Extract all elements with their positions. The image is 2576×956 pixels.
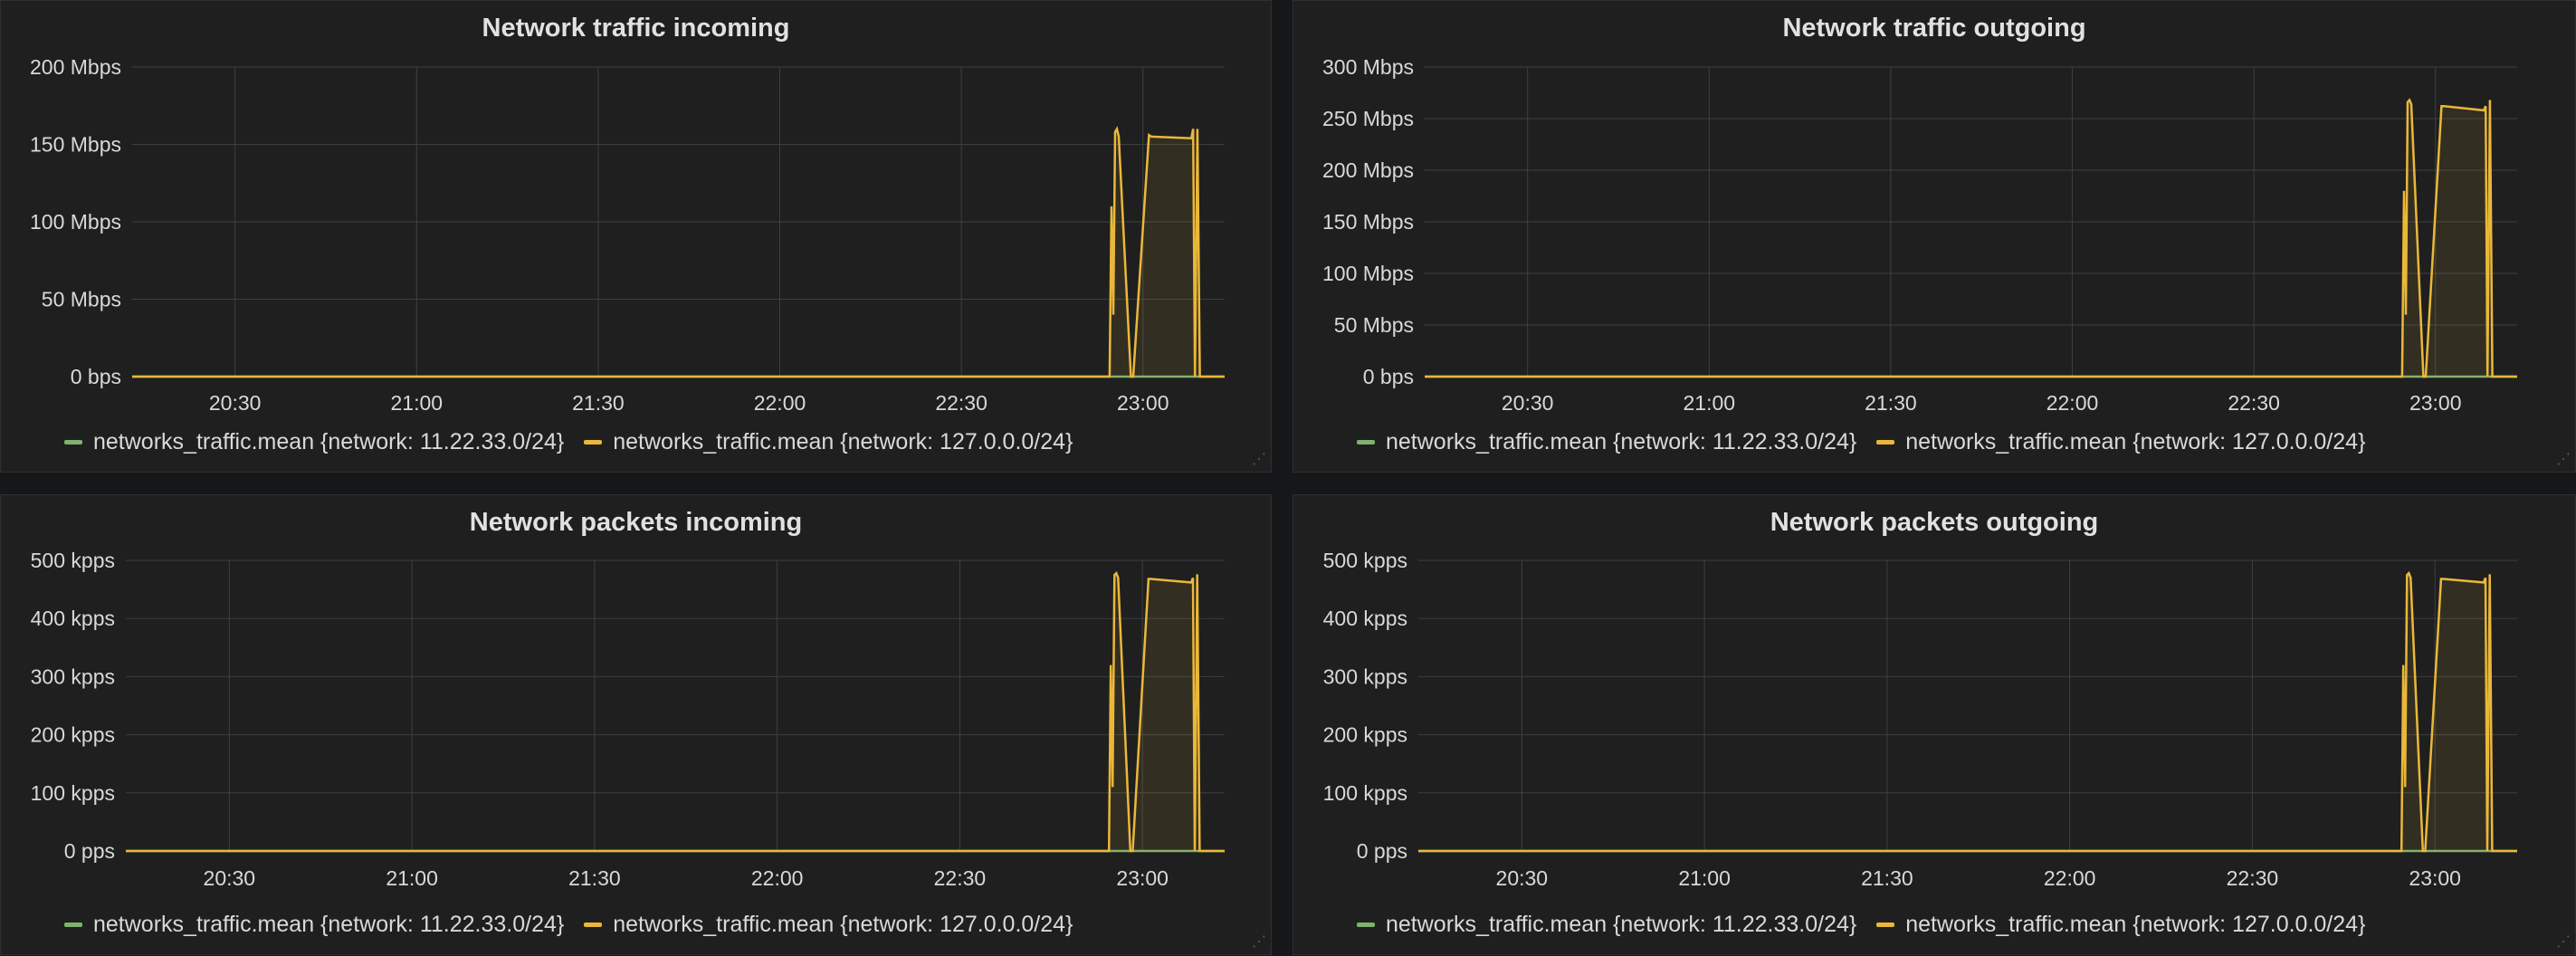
legend-swatch-green bbox=[64, 440, 82, 445]
x-tick-label: 22:30 bbox=[934, 866, 987, 890]
legend-swatch-green bbox=[1357, 923, 1375, 927]
x-tick-label: 20:30 bbox=[204, 866, 256, 890]
legend-item-11-22-33-0[interactable]: networks_traffic.mean {network: 11.22.33… bbox=[64, 912, 564, 938]
chart-network-traffic-outgoing: 0 bps 50 Mbps 100 Mbps 150 Mbps 200 Mbps 250 … bbox=[1322, 55, 2517, 415]
legend-swatch-yellow bbox=[584, 440, 603, 445]
x-tick-label: 23:00 bbox=[1117, 391, 1169, 415]
legend-label: networks_traffic.mean {network: 11.22.33… bbox=[93, 912, 565, 937]
panel-network-traffic-incoming: Network traffic incoming 0 bps 50 Mbps 100… bbox=[0, 0, 1272, 473]
x-tick-label: 22:30 bbox=[2227, 866, 2279, 890]
legend-label: networks_traffic.mean {network: 127.0.0.… bbox=[1905, 912, 2366, 937]
legend-item-127-0-0-0[interactable]: networks_traffic.mean {network: 127.0.0.… bbox=[1876, 429, 2365, 455]
y-tick-label: 200 Mbps bbox=[1322, 158, 1414, 182]
x-tick-label: 21:00 bbox=[391, 391, 444, 415]
y-tick-label: 100 Mbps bbox=[1322, 262, 1414, 285]
panel-network-packets-outgoing: Network packets outgoing 0 pps 100 kpps 20… bbox=[1293, 494, 2576, 955]
legend-item-127-0-0-0[interactable]: networks_traffic.mean {network: 127.0.0.… bbox=[1876, 912, 2365, 938]
y-tick-label: 0 bps bbox=[1363, 365, 1414, 388]
y-tick-label: 400 kpps bbox=[31, 607, 115, 630]
series-line[interactable] bbox=[126, 570, 1225, 853]
x-tick-label: 20:30 bbox=[1496, 866, 1549, 890]
panel-network-traffic-outgoing: Network traffic outgoing 0 bps 50 Mbps 100… bbox=[1293, 0, 2576, 473]
resize-handle-icon[interactable]: ⋰ bbox=[1251, 452, 1267, 468]
y-tick-label: 100 Mbps bbox=[30, 210, 121, 234]
legend-item-127-0-0-0[interactable]: networks_traffic.mean {network: 127.0.0.… bbox=[584, 429, 1073, 455]
resize-handle-icon[interactable]: ⋰ bbox=[2555, 452, 2571, 468]
series-line[interactable] bbox=[1425, 98, 2517, 378]
legend-swatch-yellow bbox=[1876, 923, 1895, 927]
chart-network-packets-outgoing: 0 pps 100 kpps 200 kpps 300 kpps 400 kpps 500… bbox=[1323, 549, 2517, 890]
y-tick-label: 200 Mbps bbox=[30, 55, 121, 79]
x-tick-label: 21:00 bbox=[1678, 866, 1731, 890]
legend: networks_traffic.mean {network: 11.22.33… bbox=[64, 429, 1092, 455]
x-tick-label: 21:30 bbox=[568, 866, 621, 890]
legend-swatch-green bbox=[64, 923, 82, 927]
series-area bbox=[126, 573, 1225, 851]
x-tick-label: 22:00 bbox=[751, 866, 804, 890]
x-tick-label: 21:00 bbox=[1684, 391, 1736, 415]
legend-swatch-green bbox=[1357, 440, 1375, 445]
y-tick-label: 150 Mbps bbox=[1322, 210, 1414, 234]
legend-label: networks_traffic.mean {network: 127.0.0.… bbox=[1905, 429, 2366, 454]
x-tick-label: 23:00 bbox=[2409, 391, 2462, 415]
y-tick-label: 50 Mbps bbox=[42, 288, 121, 311]
y-tick-label: 300 kpps bbox=[31, 664, 115, 688]
legend-label: networks_traffic.mean {network: 11.22.33… bbox=[1386, 912, 1857, 937]
legend-item-11-22-33-0[interactable]: networks_traffic.mean {network: 11.22.33… bbox=[1357, 912, 1856, 938]
y-tick-label: 100 kpps bbox=[31, 781, 115, 805]
resize-handle-icon[interactable]: ⋰ bbox=[2555, 934, 2571, 951]
y-tick-label: 300 kpps bbox=[1323, 664, 1407, 688]
x-tick-label: 21:30 bbox=[1865, 391, 1917, 415]
y-tick-label: 300 Mbps bbox=[1322, 55, 1414, 79]
x-tick-label: 22:30 bbox=[935, 391, 987, 415]
legend: networks_traffic.mean {network: 11.22.33… bbox=[1357, 429, 2385, 455]
y-tick-label: 250 Mbps bbox=[1322, 107, 1414, 130]
panel-network-packets-incoming: Network packets incoming 0 pps 100 kpps 20… bbox=[0, 494, 1272, 955]
legend-item-127-0-0-0[interactable]: networks_traffic.mean {network: 127.0.0.… bbox=[584, 912, 1073, 938]
x-tick-label: 21:00 bbox=[386, 866, 438, 890]
x-tick-label: 20:30 bbox=[209, 391, 262, 415]
y-tick-label: 50 Mbps bbox=[1334, 313, 1414, 337]
y-tick-label: 0 pps bbox=[64, 839, 115, 863]
y-tick-label: 500 kpps bbox=[1323, 549, 1407, 572]
y-tick-label: 200 kpps bbox=[31, 723, 115, 747]
y-tick-label: 150 Mbps bbox=[30, 133, 121, 157]
x-tick-label: 21:30 bbox=[1861, 866, 1913, 890]
x-tick-label: 22:00 bbox=[2044, 866, 2096, 890]
legend-label: networks_traffic.mean {network: 127.0.0.… bbox=[613, 912, 1073, 937]
x-tick-label: 22:00 bbox=[754, 391, 806, 415]
series-line[interactable] bbox=[1418, 570, 2517, 853]
chart-network-packets-incoming: 0 pps 100 kpps 200 kpps 300 kpps 400 kpps 500… bbox=[31, 549, 1225, 890]
legend-swatch-yellow bbox=[584, 923, 603, 927]
legend-swatch-yellow bbox=[1876, 440, 1895, 445]
y-tick-label: 100 kpps bbox=[1323, 781, 1407, 805]
x-tick-label: 23:00 bbox=[2409, 866, 2461, 890]
y-tick-label: 0 pps bbox=[1357, 839, 1407, 863]
series-area bbox=[1425, 100, 2517, 377]
y-tick-label: 0 bps bbox=[71, 365, 121, 388]
legend-item-11-22-33-0[interactable]: networks_traffic.mean {network: 11.22.33… bbox=[1357, 429, 1856, 455]
x-tick-label: 22:30 bbox=[2228, 391, 2280, 415]
y-tick-label: 500 kpps bbox=[31, 549, 115, 572]
series-area bbox=[1418, 573, 2517, 851]
x-tick-label: 21:30 bbox=[572, 391, 625, 415]
legend: networks_traffic.mean {network: 11.22.33… bbox=[64, 912, 1092, 938]
legend-item-11-22-33-0[interactable]: networks_traffic.mean {network: 11.22.33… bbox=[64, 429, 564, 455]
x-tick-label: 20:30 bbox=[1502, 391, 1554, 415]
legend-label: networks_traffic.mean {network: 11.22.33… bbox=[1386, 429, 1857, 454]
x-tick-label: 23:00 bbox=[1116, 866, 1169, 890]
y-tick-label: 400 kpps bbox=[1323, 607, 1407, 630]
series-line[interactable] bbox=[132, 126, 1225, 378]
legend-label: networks_traffic.mean {network: 11.22.33… bbox=[93, 429, 565, 454]
chart-network-traffic-incoming: 0 bps 50 Mbps 100 Mbps 150 Mbps 200 Mbps 20:3… bbox=[30, 55, 1225, 415]
x-tick-label: 22:00 bbox=[2046, 391, 2099, 415]
series-area bbox=[132, 129, 1225, 377]
y-tick-label: 200 kpps bbox=[1323, 723, 1407, 747]
legend-label: networks_traffic.mean {network: 127.0.0.… bbox=[613, 429, 1073, 454]
legend: networks_traffic.mean {network: 11.22.33… bbox=[1357, 912, 2385, 938]
resize-handle-icon[interactable]: ⋰ bbox=[1251, 934, 1267, 951]
